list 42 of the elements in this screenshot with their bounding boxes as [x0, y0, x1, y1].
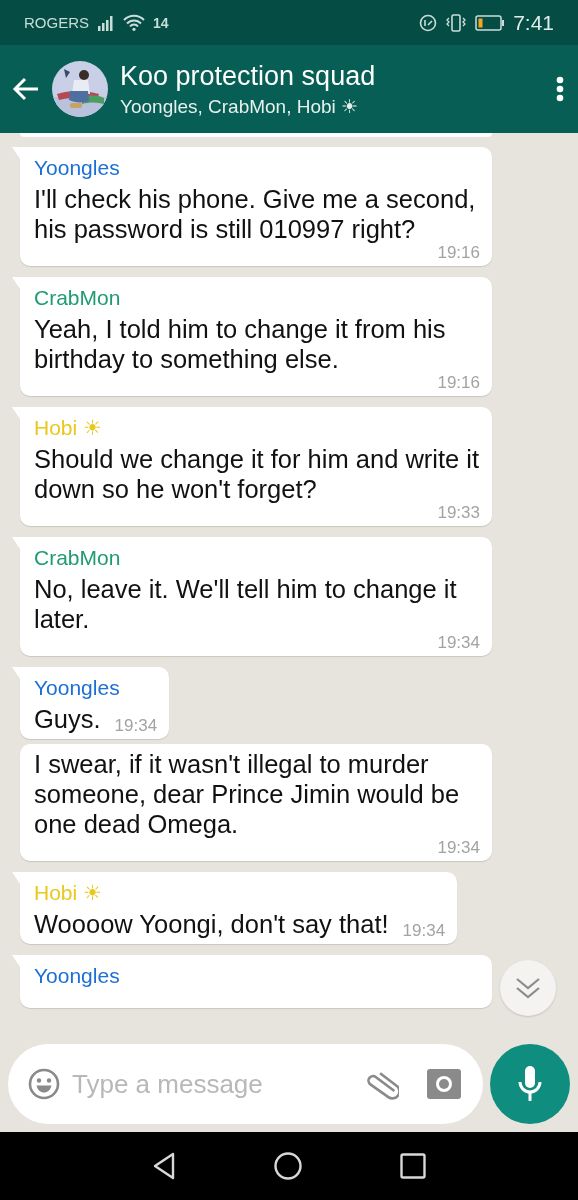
message-time: 19:34 [437, 839, 480, 856]
carrier-name: ROGERS [24, 14, 89, 31]
message-time: 19:16 [437, 374, 480, 391]
recents-icon[interactable] [400, 1153, 426, 1179]
message-text: Guys. [34, 704, 101, 734]
message-time: 19:16 [437, 244, 480, 261]
wifi-icon [123, 14, 145, 31]
back-icon[interactable] [152, 1152, 176, 1180]
message-text: Yeah, I told him to change it from his birthday to something else. [34, 314, 447, 374]
vibrate-icon [445, 13, 468, 32]
message-text: Should we change it for him and write it down so he won't forget? [34, 444, 480, 504]
sender-name: Hobi ☀ [34, 880, 104, 906]
sender-name: Yoongles [34, 963, 121, 989]
message-text: I swear, if it wasn't illegal to murder someone, dear Prince Jimin would be one dead Omega. [34, 749, 461, 839]
microphone-icon [517, 1065, 543, 1103]
back-arrow-icon[interactable] [12, 77, 40, 101]
message-time: 19:34 [437, 634, 480, 651]
message-field[interactable]: Type a message [70, 1067, 355, 1101]
sender-name: Yoongles [34, 675, 121, 701]
camera-icon[interactable] [427, 1069, 461, 1099]
sender-name: Yoongles [34, 155, 121, 181]
sender-name: CrabMon [34, 545, 122, 571]
data-saver-icon [419, 13, 438, 32]
message-text: Woooow Yoongi, don't say that! [34, 909, 389, 939]
chat-title[interactable]: Koo protection squad [120, 60, 544, 92]
emoji-icon[interactable] [28, 1068, 60, 1100]
signal-icon [97, 14, 115, 31]
network-type-label: 14 [153, 14, 169, 31]
sender-name: Hobi ☀ [34, 415, 104, 441]
menu-icon[interactable] [556, 76, 564, 102]
message-time: 19:34 [114, 717, 158, 734]
clock-time: 7:41 [513, 10, 554, 35]
message-text: I'll check his phone. Give me a second, his password is still 010997 right? [34, 184, 477, 244]
message-time: 19:34 [402, 922, 446, 939]
double-chevron-down-icon [514, 976, 542, 1000]
message-time: 19:33 [437, 504, 480, 521]
home-icon[interactable] [274, 1152, 302, 1180]
message-text: No, leave it. We'll tell him to change it later. [34, 574, 458, 634]
scroll-down-button[interactable] [500, 960, 556, 1016]
chat-members[interactable]: Yoongles, CrabMon, Hobi ☀ [120, 94, 544, 118]
sender-name: CrabMon [34, 285, 122, 311]
battery-icon [475, 14, 506, 31]
